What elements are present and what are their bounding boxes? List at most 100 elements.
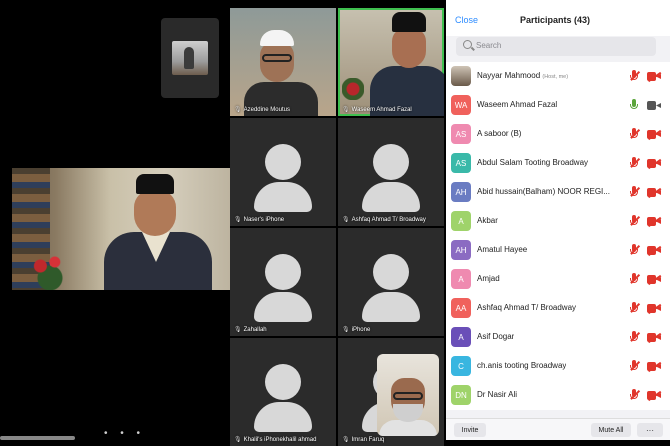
camera-off-icon[interactable] xyxy=(647,187,662,198)
participant-name-text: Dr Nasir Ali xyxy=(477,390,518,399)
video-tile[interactable]: 🎙 Naser's iPhone xyxy=(230,118,336,226)
participant-name: Akbar xyxy=(477,216,498,225)
camera-off-icon[interactable] xyxy=(647,390,662,401)
mic-muted-icon[interactable] xyxy=(629,244,640,256)
home-indicator xyxy=(0,436,75,440)
camera-off-icon[interactable] xyxy=(647,361,662,372)
self-view-thumbnail[interactable] xyxy=(161,18,219,98)
video-tile[interactable]: 🎙 Ashfaq Ahmad T/ Broadway xyxy=(338,118,444,226)
avatar: AH xyxy=(451,240,471,260)
active-speaker-video xyxy=(12,168,230,290)
tile-participant-name: Naser's iPhone xyxy=(243,216,285,223)
page-indicator[interactable]: • • • xyxy=(104,428,145,439)
participant-name-text: Akbar xyxy=(477,216,498,225)
close-button[interactable]: Close xyxy=(455,15,478,25)
participant-name: Dr Nasir Ali xyxy=(477,390,517,399)
participant-row[interactable]: WA Waseem Ahmad Fazal xyxy=(446,91,670,120)
participant-name: Amjad xyxy=(477,274,500,283)
camera-off-icon[interactable] xyxy=(647,129,662,140)
participant-row[interactable]: DN Dr Nasir Ali xyxy=(446,381,670,410)
tile-participant-name: Zahallah xyxy=(243,326,267,333)
avatar-placeholder-icon xyxy=(373,254,409,290)
video-tile[interactable]: 🎙 Khalil's iPhonekhalil ahmad xyxy=(230,338,336,446)
participant-name: Waseem Ahmad Fazal xyxy=(477,100,557,109)
camera-off-icon[interactable] xyxy=(647,303,662,314)
host-tag: (Host, me) xyxy=(542,74,569,80)
invite-button[interactable]: Invite xyxy=(454,423,486,437)
panel-footer: Invite Mute All ··· xyxy=(446,418,670,440)
video-tile[interactable]: 🎙 iPhone xyxy=(338,228,444,336)
muted-mic-icon: 🎙 xyxy=(342,217,350,223)
video-tile[interactable]: 🎙 Zahallah xyxy=(230,228,336,336)
participant-list[interactable]: Nayyar Mahmood (Host, me) WA Waseem Ahmad … xyxy=(446,62,670,410)
mic-muted-icon[interactable] xyxy=(629,70,640,82)
participant-name-text: Abid hussain(Balham) NOOR REGI... xyxy=(477,187,610,196)
camera-off-icon[interactable] xyxy=(647,216,662,227)
camera-on-icon[interactable] xyxy=(647,101,661,110)
participant-name: Abdul Salam Tooting Broadway xyxy=(477,158,588,167)
participant-row[interactable]: Cch.anis tooting Broadway xyxy=(446,352,670,381)
floating-self-video[interactable] xyxy=(377,354,439,436)
participant-name-text: Ashfaq Ahmad T/ Broadway xyxy=(477,303,577,312)
avatar: A xyxy=(451,211,471,231)
muted-mic-icon: 🎙 xyxy=(234,327,242,333)
avatar: WA xyxy=(451,95,471,115)
more-options-button[interactable]: ··· xyxy=(637,423,663,437)
mic-muted-icon[interactable] xyxy=(629,302,640,314)
camera-off-icon[interactable] xyxy=(647,158,662,169)
participant-row[interactable]: AS A saboor (B) xyxy=(446,120,670,149)
panel-title: Participants (43) xyxy=(520,15,591,25)
mic-muted-icon[interactable] xyxy=(629,128,640,140)
participant-name: Asif Dogar xyxy=(477,332,514,341)
participant-name-text: ch.anis tooting Broadway xyxy=(477,361,567,370)
mic-muted-icon[interactable] xyxy=(629,157,640,169)
camera-off-icon[interactable] xyxy=(647,274,662,285)
search-input[interactable]: Search xyxy=(456,37,656,56)
muted-mic-icon: 🎙 xyxy=(342,327,350,333)
avatar: AS xyxy=(451,124,471,144)
video-tile-active-speaker[interactable]: 🎙 Waseem Ahmad Fazal xyxy=(338,8,444,116)
search-placeholder: Search xyxy=(476,41,502,50)
tile-participant-name: iPhone xyxy=(351,326,371,333)
video-tile[interactable]: 🎙 Azeddine Moutus xyxy=(230,8,336,116)
participants-panel: Close Participants (43) Search Nayyar Ma… xyxy=(446,0,670,440)
self-view-image xyxy=(172,41,208,75)
avatar-placeholder-icon xyxy=(265,254,301,290)
participant-name: A saboor (B) xyxy=(477,129,521,138)
participant-name-text: Waseem Ahmad Fazal xyxy=(477,100,558,109)
avatar: C xyxy=(451,356,471,376)
participant-row[interactable]: AA Ashfaq Ahmad T/ Broadway xyxy=(446,294,670,323)
speaker-view[interactable]: • • • xyxy=(0,0,230,440)
participant-name: Abid hussain(Balham) NOOR REGI... xyxy=(477,187,610,196)
participant-row[interactable]: AH Abid hussain(Balham) NOOR REGI... xyxy=(446,178,670,207)
participant-name-text: Amatul Hayee xyxy=(477,245,528,254)
mic-muted-icon[interactable] xyxy=(629,273,640,285)
mic-muted-icon[interactable] xyxy=(629,215,640,227)
mic-on-icon[interactable] xyxy=(629,99,639,111)
camera-off-icon[interactable] xyxy=(647,71,662,82)
mute-all-button[interactable]: Mute All xyxy=(591,423,631,437)
camera-off-icon[interactable] xyxy=(647,332,662,343)
mic-muted-icon[interactable] xyxy=(629,186,640,198)
participant-row[interactable]: Nayyar Mahmood (Host, me) xyxy=(446,62,670,91)
participant-name: Amatul Hayee xyxy=(477,245,527,254)
mic-muted-icon[interactable] xyxy=(629,360,640,372)
avatar-placeholder-icon xyxy=(373,144,409,180)
mic-icon: 🎙 xyxy=(342,107,350,113)
participant-name: ch.anis tooting Broadway xyxy=(477,361,566,370)
mic-muted-icon[interactable] xyxy=(629,331,640,343)
flowers-background xyxy=(26,250,74,290)
avatar: DN xyxy=(451,385,471,405)
avatar-placeholder-icon xyxy=(265,144,301,180)
tile-participant-name: Ashfaq Ahmad T/ Broadway xyxy=(351,216,426,223)
participant-row[interactable]: AH Amatul Hayee xyxy=(446,236,670,265)
participant-row[interactable]: A Asif Dogar xyxy=(446,323,670,352)
mic-muted-icon[interactable] xyxy=(629,389,640,401)
camera-off-icon[interactable] xyxy=(647,245,662,256)
avatar: AH xyxy=(451,182,471,202)
participant-row[interactable]: A Akbar xyxy=(446,207,670,236)
participant-row[interactable]: AS Abdul Salam Tooting Broadway xyxy=(446,149,670,178)
participant-row[interactable]: A Amjad xyxy=(446,265,670,294)
panel-header: Close Participants (43) xyxy=(446,0,670,36)
participant-name-text: Abdul Salam Tooting Broadway xyxy=(477,158,589,167)
